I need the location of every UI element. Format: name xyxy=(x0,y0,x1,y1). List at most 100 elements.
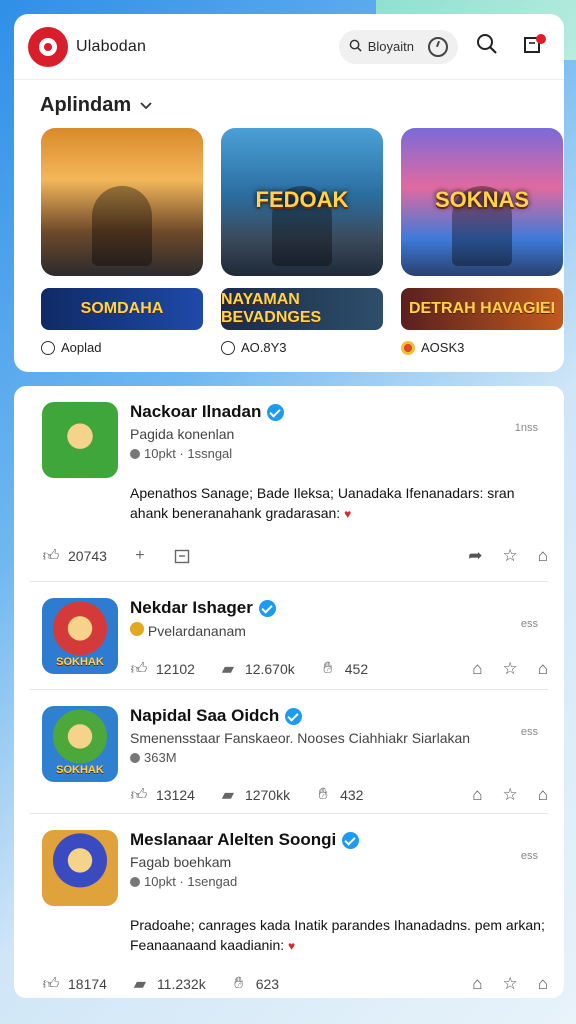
post-text-content: Pradoahe; canrages kada Inatik parandes … xyxy=(130,917,545,953)
comment-button[interactable]: ▰ 11.232k xyxy=(131,975,206,993)
calendar-icon xyxy=(173,547,191,565)
feed-post[interactable]: Meslanaar Alelten Soongi Fagab boehkam 1… xyxy=(30,814,548,998)
post-meta: 10pkt · 1sengad xyxy=(130,874,548,889)
post-body: Meslanaar Alelten Soongi Fagab boehkam 1… xyxy=(43,830,548,998)
share-icon[interactable]: ➦ xyxy=(468,546,482,566)
feed-post[interactable]: Nackoar Ilnadan Pagida konenlan 10pkt · … xyxy=(30,386,548,582)
avatar-label: SOKHAK xyxy=(56,764,104,776)
bookmark-icon[interactable]: ⌂ xyxy=(538,974,548,994)
hand-icon: ✋︎ xyxy=(318,786,328,803)
card-thumbnail[interactable]: FEDOAK xyxy=(221,128,383,276)
comment-count: 1270kk xyxy=(244,787,291,803)
search-pill[interactable]: Bloyaitn xyxy=(338,29,458,64)
post-name-row: Nackoar Ilnadan xyxy=(130,402,548,422)
search-pill-label: Bloyaitn xyxy=(367,39,414,54)
avatar[interactable]: SOKHAK xyxy=(42,598,118,674)
verified-icon xyxy=(342,831,360,849)
save-button[interactable] xyxy=(173,547,191,565)
card-meta: AO.8Y3 xyxy=(221,340,383,355)
bookmark-icon[interactable]: ⌂ xyxy=(538,659,548,679)
comment-count: 12.670k xyxy=(244,661,295,677)
card-thumbnail[interactable]: SOKNAS xyxy=(401,128,563,276)
feed-post[interactable]: SOKHAK Nekdar Ishager Pvelardananam 👍︎ 1… xyxy=(30,582,548,690)
card-meta: AOSK3 xyxy=(401,340,563,355)
dot-icon xyxy=(130,752,140,763)
post-text: Pradoahe; canrages kada Inatik parandes … xyxy=(46,915,548,956)
feed-list: Nackoar Ilnadan Pagida konenlan 10pkt · … xyxy=(14,386,564,998)
post-subtitle: Pvelardananam xyxy=(130,622,548,639)
card-banner[interactable]: NAYAMAN BEVADNGES xyxy=(221,288,383,330)
post-name-row: Meslanaar Alelten Soongi xyxy=(130,830,548,850)
thumb-title: SOKNAS xyxy=(434,187,530,213)
featured-card[interactable]: SOKNAS DETRAH HAVAGIEI AOSK3 xyxy=(401,128,563,355)
star-icon[interactable]: ☆ xyxy=(502,974,517,994)
post-right-actions: ➦ ☆ ⌂ xyxy=(468,546,548,566)
bookmark-icon[interactable]: ⌂ xyxy=(538,785,548,805)
feed-post[interactable]: SOKHAK Napidal Saa Oidch Smenensstaar Fa… xyxy=(30,690,548,814)
star-icon[interactable]: ☆ xyxy=(502,659,517,679)
top-bar: Ulabodan Bloyaitn xyxy=(14,14,564,80)
featured-card[interactable]: FEDOAK NAYAMAN BEVADNGES AO.8Y3 xyxy=(221,128,383,355)
like-button[interactable]: 👍︎ 20743 xyxy=(42,547,107,565)
like-count: 13124 xyxy=(156,787,195,803)
home-icon[interactable]: ⌂ xyxy=(472,659,482,679)
section-header[interactable]: Aplindam xyxy=(40,92,550,118)
post-right-actions: ⌂ ☆ ⌂ xyxy=(472,659,548,679)
featured-section: Aplindam SOMDAHA Aoplad FEDOAK NAYAMAN B… xyxy=(14,80,564,372)
avatar-label: SOKHAK xyxy=(56,656,104,668)
bookmark-icon[interactable]: ⌂ xyxy=(538,546,548,566)
verified-icon xyxy=(258,599,276,617)
share-count: 432 xyxy=(340,787,364,803)
post-subtitle: Fagab boehkam xyxy=(130,854,232,870)
reaction-button[interactable]: ✋︎ 623 xyxy=(230,975,279,993)
verified-icon xyxy=(267,403,285,421)
app-frame: Ulabodan Bloyaitn Aplindam SOMDAHA Aopla… xyxy=(14,14,564,1014)
post-author[interactable]: Napidal Saa Oidch xyxy=(130,706,279,726)
avatar[interactable] xyxy=(42,402,118,478)
card-thumbnail[interactable] xyxy=(41,128,203,276)
like-button[interactable]: 👍︎ 12102 xyxy=(130,660,195,678)
post-right-actions: ⌂ ☆ ⌂ xyxy=(472,974,548,994)
plus-icon: + xyxy=(135,547,145,564)
add-button[interactable]: + xyxy=(131,547,149,565)
avatar[interactable]: SOKHAK xyxy=(42,706,118,782)
reaction-button[interactable]: ✋︎ 452 xyxy=(319,660,368,678)
star-icon[interactable]: ☆ xyxy=(502,785,517,805)
search-icon xyxy=(476,33,498,60)
comment-button[interactable]: ▰ 1270kk xyxy=(219,786,290,804)
featured-cards: SOMDAHA Aoplad FEDOAK NAYAMAN BEVADNGES … xyxy=(28,128,563,355)
app-logo[interactable] xyxy=(28,26,68,67)
game-icon xyxy=(401,340,415,355)
star-icon[interactable]: ☆ xyxy=(502,546,517,566)
notifications-button[interactable] xyxy=(516,30,550,64)
card-meta-text: Aoplad xyxy=(61,340,102,355)
dot-icon xyxy=(130,448,140,459)
search-icon xyxy=(349,39,362,55)
post-author[interactable]: Meslanaar Alelten Soongi xyxy=(130,830,336,850)
reaction-button[interactable]: ✋︎ 432 xyxy=(314,786,364,804)
post-subtitle-text: Pvelardananam xyxy=(147,623,246,639)
home-icon[interactable]: ⌂ xyxy=(472,785,482,805)
post-author[interactable]: Nekdar Ishager xyxy=(130,598,253,618)
search-button[interactable] xyxy=(470,30,504,64)
like-button[interactable]: 👍︎ 13124 xyxy=(130,786,195,804)
card-banner[interactable]: SOMDAHA xyxy=(41,288,203,330)
home-icon[interactable]: ⌂ xyxy=(472,974,482,994)
comment-button[interactable]: ▰ 12.670k xyxy=(219,660,295,678)
avatar[interactable] xyxy=(42,830,118,906)
post-name-row: Nekdar Ishager xyxy=(130,598,548,618)
comment-count: 11.232k xyxy=(156,976,206,992)
post-text: Apenathos Sanage; Bade Ileksa; Uanadaka … xyxy=(46,483,548,524)
like-button[interactable]: 👍︎ 18174 xyxy=(42,975,107,993)
post-author[interactable]: Nackoar Ilnadan xyxy=(130,402,261,422)
share-count: 452 xyxy=(344,661,369,677)
thumbs-up-icon: 👍︎ xyxy=(130,786,148,804)
card-meta-text: AOSK3 xyxy=(421,340,465,355)
card-banner[interactable]: DETRAH HAVAGIEI xyxy=(401,288,563,330)
post-actions: 👍︎ 12102 ▰ 12.670k ✋︎ 452 ⌂ ☆ ⌂ xyxy=(130,647,548,691)
thumbs-up-icon: 👍︎ xyxy=(130,660,148,678)
featured-card[interactable]: SOMDAHA Aoplad xyxy=(41,128,203,355)
thumbs-up-icon: 👍︎ xyxy=(42,547,60,565)
comment-icon: ▰ xyxy=(221,661,235,678)
clock-icon[interactable] xyxy=(428,36,448,57)
